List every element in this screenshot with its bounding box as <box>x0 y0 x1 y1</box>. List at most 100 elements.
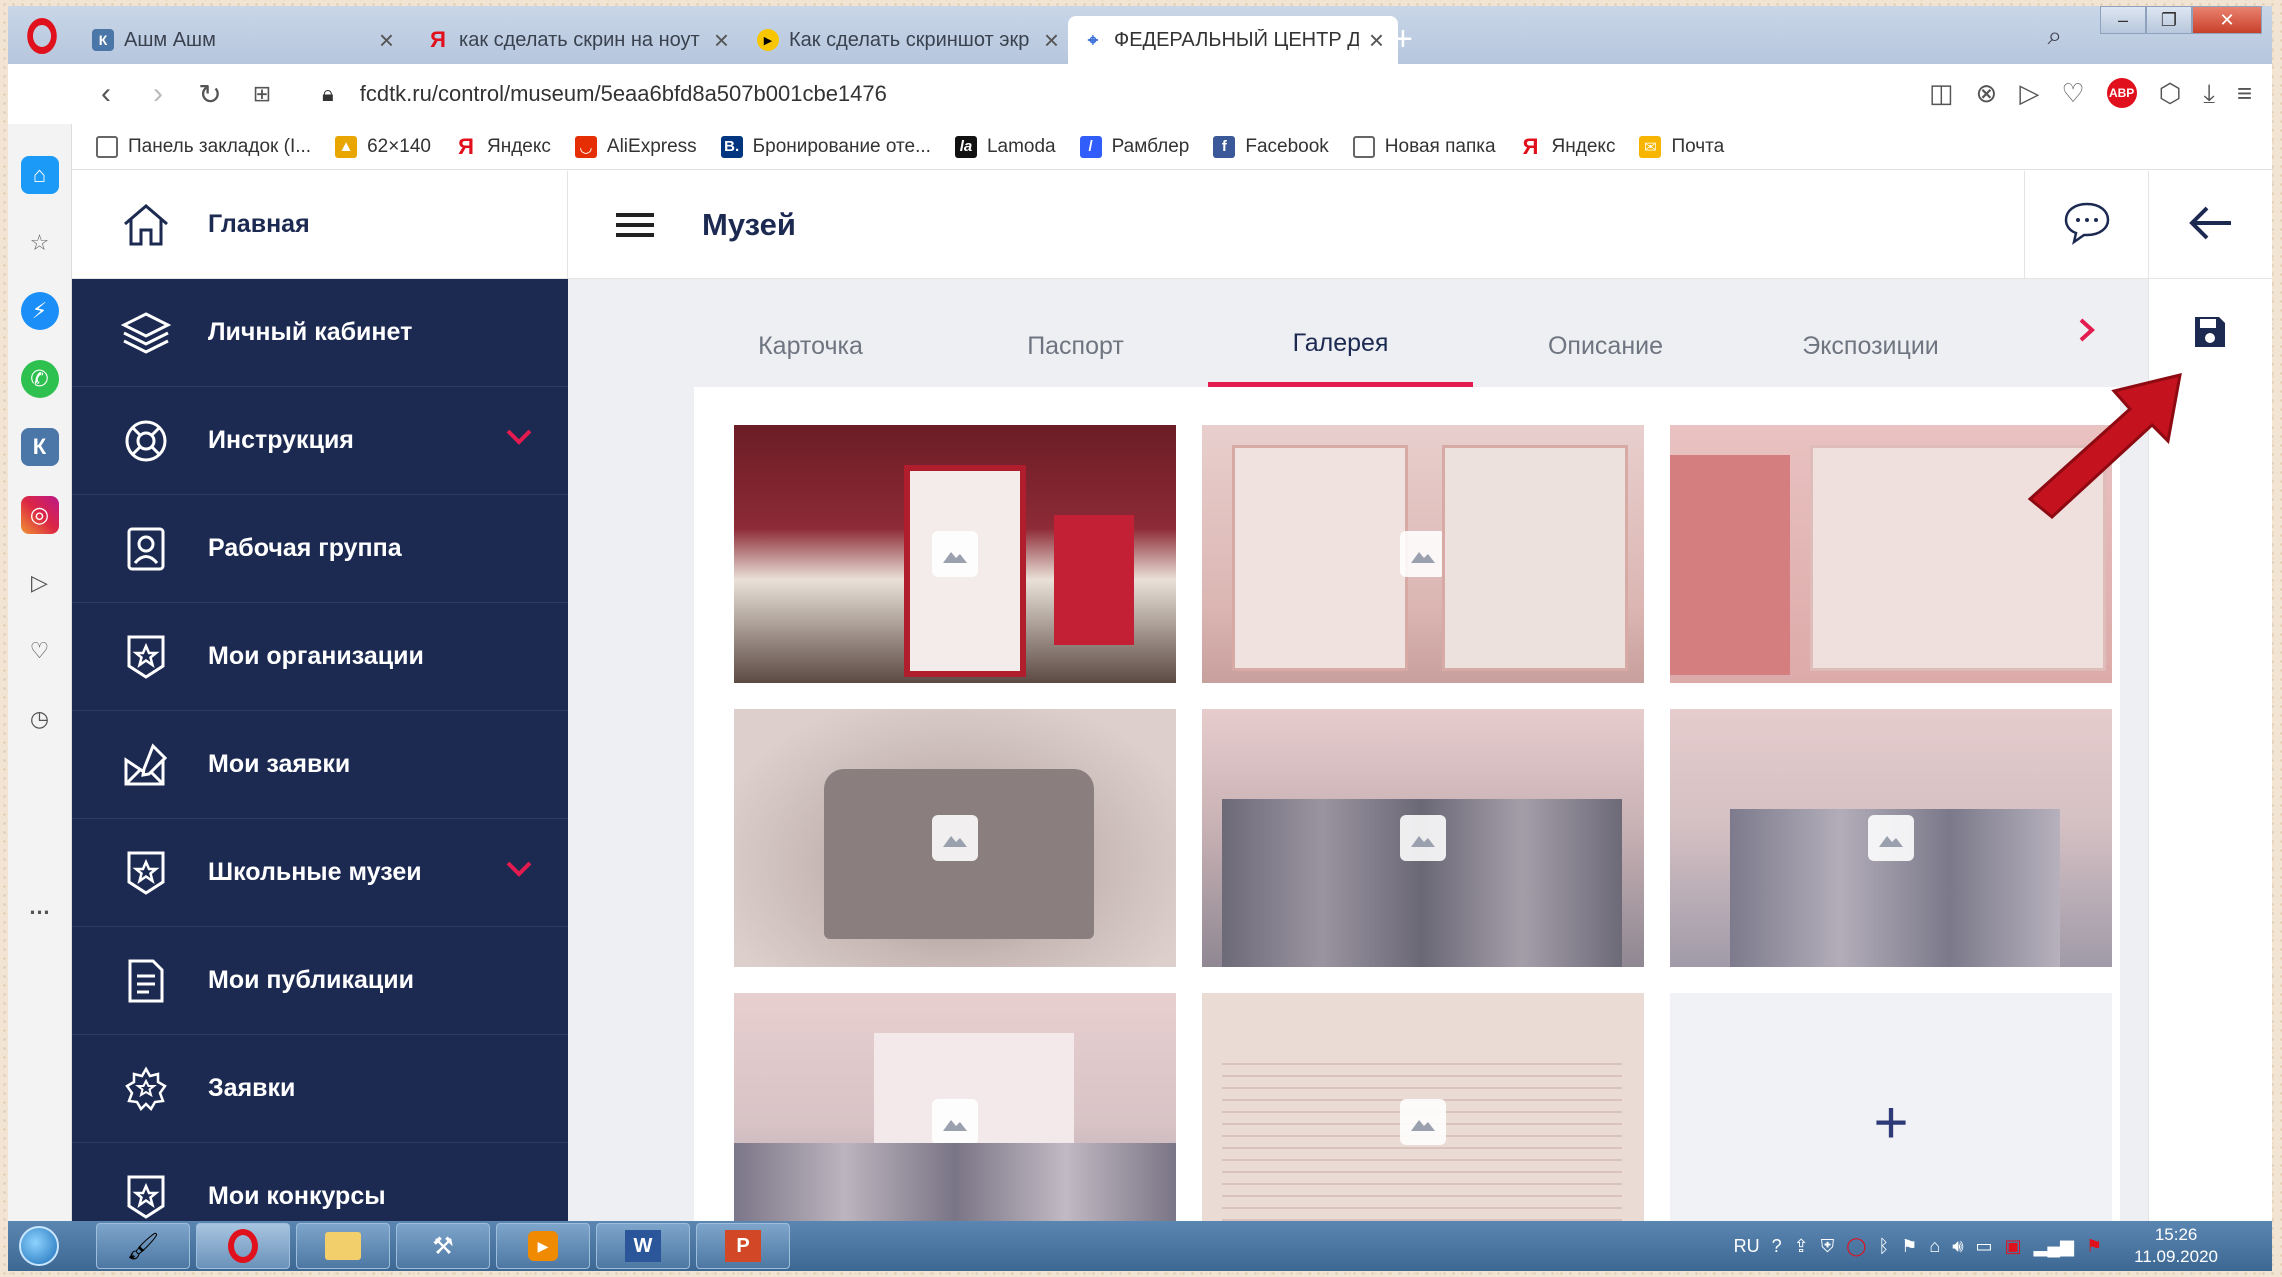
bookmark-item[interactable]: ◡ AliExpress <box>574 135 697 158</box>
nav-home[interactable]: Главная <box>72 171 568 279</box>
reload-icon[interactable]: ↻ <box>184 78 236 111</box>
gallery-photo[interactable] <box>734 709 1176 967</box>
whatsapp-icon[interactable]: ✆ <box>20 360 59 398</box>
heart-icon[interactable]: ♡ <box>2061 78 2084 110</box>
start-button[interactable] <box>8 1221 70 1271</box>
chevron-down-icon[interactable] <box>506 429 532 450</box>
bookmark-item[interactable]: Я Яндекс <box>1520 134 1616 159</box>
nav-item-personal-account[interactable]: Личный кабинет <box>72 279 568 387</box>
taskbar-app-explorer[interactable] <box>296 1223 390 1269</box>
search-icon[interactable]: ⌕ <box>2047 20 2062 52</box>
restore-button[interactable]: ❐ <box>2146 6 2192 34</box>
taskbar-app-powerpoint[interactable]: P <box>696 1223 790 1269</box>
gallery-photo[interactable] <box>1202 425 1644 683</box>
taskbar-app-paint[interactable]: 🖌︎ <box>96 1223 190 1269</box>
camera-icon[interactable]: ◫ <box>1929 78 1954 110</box>
gallery-photo[interactable] <box>734 425 1176 683</box>
abp-icon[interactable]: ABP <box>2106 78 2137 108</box>
bookmark-item[interactable]: Новая папка <box>1352 135 1496 158</box>
bookmark-item[interactable]: la Lamoda <box>954 135 1056 158</box>
gallery-photo[interactable] <box>734 993 1176 1221</box>
network-icon[interactable]: ⌂ <box>1929 1236 1940 1257</box>
image-icon[interactable] <box>1868 815 1914 861</box>
usb-icon[interactable]: ⇪ <box>1794 1236 1809 1257</box>
nav-item-my-applications[interactable]: Мои заявки <box>72 711 568 819</box>
window-close-button[interactable]: ✕ <box>2192 6 2262 34</box>
back-icon[interactable]: ‹ <box>80 77 132 111</box>
more-icon[interactable]: … <box>21 888 59 926</box>
gallery-photo[interactable] <box>1202 709 1644 967</box>
chevron-down-icon[interactable] <box>506 861 532 882</box>
nav-item-instructions[interactable]: Инструкция <box>72 387 568 495</box>
close-icon[interactable]: × <box>1044 25 1059 56</box>
hamburger-menu-icon[interactable] <box>616 207 654 243</box>
chat-button[interactable] <box>2024 171 2148 279</box>
tab-gallery[interactable]: Галерея <box>1208 305 1473 387</box>
nav-item-my-organizations[interactable]: Мои организации <box>72 603 568 711</box>
tab-card[interactable]: Карточка <box>678 305 943 387</box>
clock[interactable]: 15:26 11.09.2020 <box>2134 1224 2218 1268</box>
new-tab-button[interactable]: + <box>1393 20 1413 59</box>
chevron-right-icon[interactable] <box>2078 317 2096 348</box>
close-icon[interactable]: × <box>379 25 394 56</box>
add-photo-button[interactable]: + <box>1670 993 2112 1221</box>
flag-icon[interactable]: ⚑ <box>1901 1236 1917 1257</box>
image-icon[interactable] <box>1400 1099 1446 1145</box>
image-icon[interactable] <box>932 1099 978 1145</box>
bookmark-item[interactable]: Панель закладок (I... <box>96 135 311 158</box>
language-indicator[interactable]: RU <box>1734 1236 1760 1257</box>
nav-item-requests[interactable]: Заявки <box>72 1035 568 1143</box>
image-icon[interactable] <box>1868 531 1914 577</box>
bookmark-item[interactable]: ▲ 62×140 <box>335 135 431 158</box>
image-icon[interactable] <box>932 815 978 861</box>
taskbar-app-word[interactable]: W <box>596 1223 690 1269</box>
display-icon[interactable]: ▭ <box>1976 1236 1993 1257</box>
tab-passport[interactable]: Паспорт <box>943 305 1208 387</box>
pdf-icon[interactable]: ▣ <box>2005 1236 2022 1257</box>
adblock-shield-icon[interactable]: ⊗ <box>1976 78 1998 110</box>
history-icon[interactable]: ◷ <box>21 700 59 738</box>
url-field[interactable]: fcdtk.ru/control/museum/5eaa6bfd8a507b00… <box>360 81 887 107</box>
bookmark-item[interactable]: B. Бронирование оте... <box>720 135 931 158</box>
star-icon[interactable]: ☆ <box>21 224 59 262</box>
messenger-icon[interactable]: ⚡︎ <box>20 292 59 330</box>
speed-dial-icon[interactable]: ⊞ <box>236 81 288 107</box>
opera-tray-icon[interactable]: ◯ <box>1846 1236 1866 1257</box>
menu-icon[interactable]: ≡ <box>2237 78 2252 110</box>
opera-logo-icon[interactable] <box>27 18 57 54</box>
nav-item-school-museums[interactable]: Школьные музеи <box>72 819 568 927</box>
help-icon[interactable]: ? <box>1772 1236 1782 1257</box>
taskbar-app-tools[interactable]: ⚒ <box>396 1223 490 1269</box>
image-icon[interactable] <box>1400 815 1446 861</box>
nav-item-my-publications[interactable]: Мои публикации <box>72 927 568 1035</box>
download-icon[interactable]: ⤓ <box>2203 78 2215 110</box>
forward-icon[interactable]: › <box>132 77 184 111</box>
close-icon[interactable]: × <box>1369 25 1384 56</box>
bluetooth-icon[interactable]: ᛒ <box>1878 1236 1889 1257</box>
bookmark-item[interactable]: / Рамблер <box>1079 135 1189 158</box>
send-icon[interactable]: ▷ <box>2019 78 2039 110</box>
tab-expositions[interactable]: Экспозиции <box>1738 305 2003 387</box>
image-icon[interactable] <box>1400 531 1446 577</box>
browser-tab-2[interactable]: Я как сделать скрин на ноут × <box>413 16 743 64</box>
instagram-icon[interactable]: ◎ <box>20 496 59 534</box>
send-icon[interactable]: ▷ <box>21 564 59 602</box>
signal-icon[interactable]: ▂▄▆ <box>2034 1236 2074 1257</box>
taskbar-app-media[interactable]: ▶ <box>496 1223 590 1269</box>
heart-icon[interactable]: ♡ <box>21 632 59 670</box>
nav-item-work-group[interactable]: Рабочая группа <box>72 495 568 603</box>
tab-description[interactable]: Описание <box>1473 305 1738 387</box>
flag-red-icon[interactable]: ⚑ <box>2086 1236 2102 1257</box>
image-icon[interactable] <box>932 531 978 577</box>
volume-icon[interactable]: 🔊︎ <box>1952 1236 1963 1257</box>
browser-tab-3[interactable]: ▶ Как сделать скриншот экр × <box>743 16 1073 64</box>
gallery-photo[interactable] <box>1202 993 1644 1221</box>
security-icon[interactable]: ⛨ <box>1821 1236 1835 1257</box>
workspace-icon[interactable]: ⌂ <box>20 156 59 194</box>
taskbar-app-opera[interactable] <box>196 1223 290 1269</box>
browser-tab-1[interactable]: К Ашм Ашм × <box>78 16 408 64</box>
vk-icon[interactable]: К <box>20 428 59 466</box>
save-icon[interactable] <box>2193 315 2227 354</box>
back-button[interactable] <box>2148 171 2272 279</box>
browser-tab-4[interactable]: ⌖ ФЕДЕРАЛЬНЫЙ ЦЕНТР ДЕ × <box>1068 16 1398 64</box>
